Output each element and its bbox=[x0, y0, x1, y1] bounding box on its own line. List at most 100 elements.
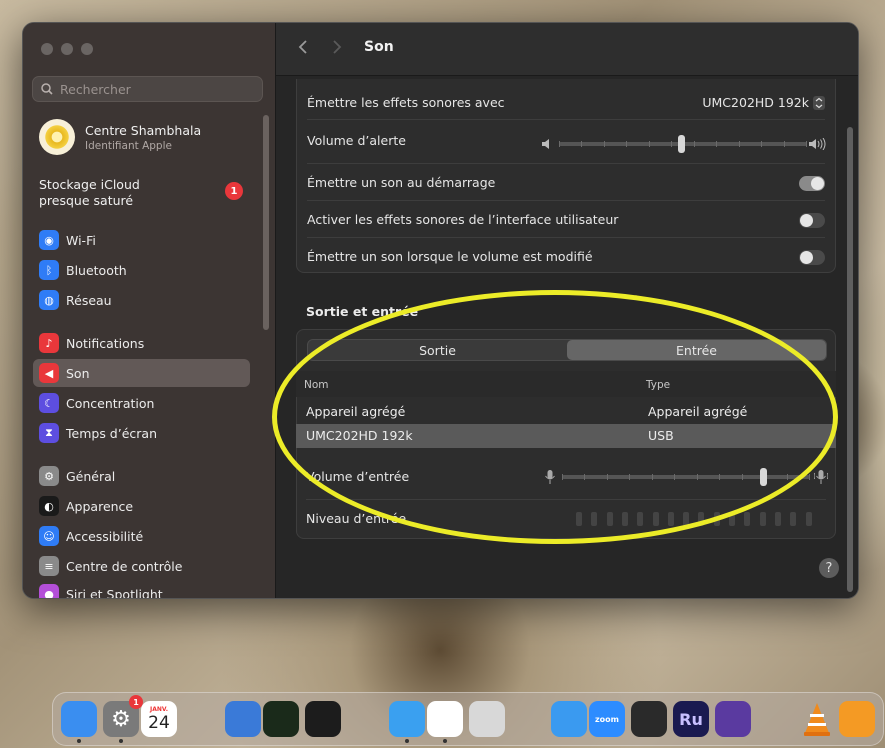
slider-tick bbox=[739, 141, 740, 147]
sidebar-item-hourglass[interactable]: ⧗ Temps d’écran bbox=[33, 419, 250, 447]
imovie-icon[interactable] bbox=[715, 701, 751, 737]
safari-icon[interactable] bbox=[389, 701, 425, 737]
microphone-high-icon bbox=[814, 470, 828, 484]
sidebar-item-globe[interactable]: ◍ Réseau bbox=[33, 286, 250, 314]
slider-thumb[interactable] bbox=[678, 135, 685, 153]
icloud-storage-warning[interactable]: Stockage iCloud presque saturé bbox=[39, 177, 140, 209]
slider-thumb[interactable] bbox=[760, 468, 767, 486]
adobe-rush-icon[interactable]: Ru bbox=[673, 701, 709, 737]
slider-tick bbox=[584, 474, 585, 480]
sidebar: Rechercher Centre Shambhala Identifiant … bbox=[23, 23, 276, 598]
volume-feedback-label: Émettre un son lorsque le volume est mod… bbox=[307, 249, 593, 264]
startup-sound-row: Émettre un son au démarrage bbox=[297, 175, 835, 191]
device-row[interactable]: Appareil agrégé Appareil agrégé bbox=[296, 400, 836, 424]
activity-monitor-icon[interactable] bbox=[263, 701, 299, 737]
settings-window: Rechercher Centre Shambhala Identifiant … bbox=[22, 22, 859, 599]
toggle-knob bbox=[800, 251, 813, 264]
zoom-label: zoom bbox=[595, 714, 619, 724]
apple-id-profile[interactable]: Centre Shambhala Identifiant Apple bbox=[39, 119, 201, 155]
help-button[interactable]: ? bbox=[819, 558, 839, 578]
volume-feedback-row: Émettre un son lorsque le volume est mod… bbox=[297, 249, 835, 265]
sidebar-item-bell[interactable]: ♪ Notifications bbox=[33, 329, 250, 357]
speaker-icon: ◀ bbox=[39, 363, 59, 383]
slider-tick bbox=[742, 474, 743, 480]
chevron-left-icon bbox=[298, 40, 307, 54]
level-segment bbox=[698, 512, 705, 526]
slider-tick bbox=[719, 474, 720, 480]
device-row[interactable]: UMC202HD 192k USB bbox=[296, 424, 836, 448]
app-icon-4[interactable] bbox=[225, 701, 261, 737]
level-segment bbox=[774, 512, 781, 526]
sidebar-item-bluetooth[interactable]: ᛒ Bluetooth bbox=[33, 256, 250, 284]
sidebar-item-gear[interactable]: ⚙ Général bbox=[33, 462, 250, 490]
section-title: Sortie et entrée bbox=[306, 304, 419, 319]
level-segment bbox=[729, 512, 735, 526]
speed-icon[interactable] bbox=[305, 701, 341, 737]
tab-input[interactable]: Entrée bbox=[567, 340, 826, 360]
input-volume-label: Volume d’entrée bbox=[306, 469, 410, 484]
input-level-label: Niveau d’entrée bbox=[306, 511, 407, 526]
main-pane: Son Émettre les effets sonores avec UMC2… bbox=[276, 23, 858, 598]
sidebar-item-wifi[interactable]: ◉ Wi-Fi bbox=[33, 226, 250, 254]
startup-sound-toggle[interactable] bbox=[799, 176, 825, 191]
system-settings-icon[interactable]: 1 ⚙ bbox=[103, 695, 143, 737]
sidebar-item-moon[interactable]: ☾ Concentration bbox=[33, 389, 250, 417]
alert-device-select[interactable]: UMC202HD 192k bbox=[702, 95, 825, 110]
chevron-updown-icon bbox=[813, 95, 825, 110]
divider bbox=[307, 237, 825, 238]
minimize-window-button[interactable] bbox=[61, 43, 73, 55]
icloud-badge: 1 bbox=[225, 182, 243, 200]
slider-tick bbox=[809, 474, 810, 480]
sidebar-item-speaker[interactable]: ◀ Son bbox=[33, 359, 250, 387]
moon-icon: ☾ bbox=[39, 393, 59, 413]
zoom-icon[interactable]: zoom bbox=[589, 701, 625, 737]
sidebar-item-siri[interactable]: ● Siri et Spotlight bbox=[33, 582, 250, 598]
slider-tick bbox=[604, 141, 605, 147]
obs-icon[interactable] bbox=[631, 701, 667, 737]
column-header-type[interactable]: Type bbox=[646, 379, 670, 391]
tab-output[interactable]: Sortie bbox=[308, 340, 567, 360]
main-scrollbar[interactable] bbox=[847, 127, 853, 592]
column-header-name[interactable]: Nom bbox=[304, 379, 329, 391]
globe-icon: ◍ bbox=[39, 290, 59, 310]
sidebar-item-appearance[interactable]: ◐ Apparence bbox=[33, 492, 250, 520]
search-input[interactable]: Rechercher bbox=[32, 76, 263, 102]
volume-feedback-toggle[interactable] bbox=[799, 250, 825, 265]
preview-icon[interactable] bbox=[469, 701, 505, 737]
sidebar-item-label: Général bbox=[66, 468, 116, 484]
sidebar-item-control-center[interactable]: ≡ Centre de contrôle bbox=[33, 552, 250, 580]
close-window-button[interactable] bbox=[41, 43, 53, 55]
mail-icon[interactable] bbox=[551, 701, 587, 737]
divider bbox=[306, 499, 826, 500]
running-indicator bbox=[77, 739, 81, 743]
alert-volume-slider[interactable] bbox=[559, 134, 807, 154]
slider-tick bbox=[674, 474, 675, 480]
output-input-segmented-control: Sortie Entrée bbox=[307, 339, 827, 361]
profile-subtitle: Identifiant Apple bbox=[85, 139, 172, 152]
vlc-icon[interactable] bbox=[799, 701, 835, 737]
chrome-icon[interactable] bbox=[427, 701, 463, 737]
device-type: USB bbox=[648, 428, 674, 443]
zoom-window-button[interactable] bbox=[81, 43, 93, 55]
sidebar-scrollbar[interactable] bbox=[263, 115, 269, 330]
chevron-right-icon bbox=[333, 40, 342, 54]
finder-icon[interactable] bbox=[61, 701, 97, 737]
back-button[interactable] bbox=[298, 39, 308, 60]
vlc-cone bbox=[804, 703, 830, 736]
input-volume-slider[interactable] bbox=[562, 467, 810, 487]
sidebar-item-accessibility[interactable]: ☺ Accessibilité bbox=[33, 522, 250, 550]
level-segment bbox=[744, 512, 751, 526]
calendar-day: 24 bbox=[148, 712, 170, 733]
running-indicator bbox=[443, 739, 447, 743]
divider bbox=[307, 200, 825, 201]
ui-effects-row: Activer les effets sonores de l’interfac… bbox=[297, 212, 835, 228]
title-bar: Son bbox=[276, 23, 858, 76]
startup-sound-label: Émettre un son au démarrage bbox=[307, 175, 496, 190]
pages-icon[interactable] bbox=[839, 701, 875, 737]
slider-tick bbox=[562, 474, 563, 480]
ui-effects-toggle[interactable] bbox=[799, 213, 825, 228]
dock: 1 ⚙ JANV. 24 zoom Ru bbox=[52, 692, 884, 746]
sidebar-item-label: Notifications bbox=[66, 335, 145, 351]
forward-button[interactable] bbox=[332, 39, 342, 60]
calendar-icon[interactable]: JANV. 24 bbox=[141, 701, 177, 737]
